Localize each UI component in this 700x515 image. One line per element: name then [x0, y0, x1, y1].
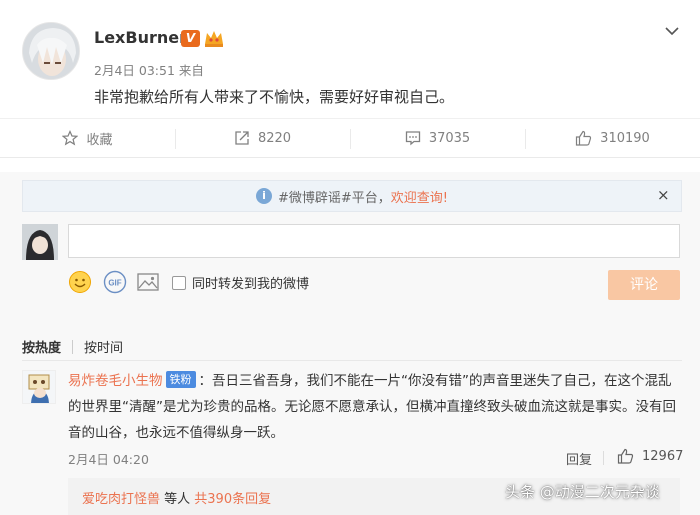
weibo-post: LexBurner V 2月4日 03:51 来自 非常抱歉给所有人带来了不愉快…	[0, 0, 700, 118]
comment-time: 2月4日 04:20	[68, 452, 149, 467]
info-icon: i	[255, 188, 272, 204]
post-action-bar: 收藏 8220 37035 310190	[0, 118, 700, 158]
comment-actions-divider	[603, 451, 604, 465]
like-button[interactable]: 310190	[525, 119, 700, 157]
author-name[interactable]: LexBurner	[94, 28, 187, 47]
comment-like-count: 12967	[642, 448, 684, 464]
comment-sort-tabs: 按热度 按时间	[22, 337, 123, 356]
share-icon	[235, 131, 249, 145]
post-meta: 2月4日 03:51 来自	[94, 63, 204, 78]
comment-body: 易炸卷毛小生物 铁粉 ：吾日三省吾身，我们不能在一片“你没有错”的声音里迷失了自己，…	[68, 368, 680, 446]
submit-comment-button[interactable]: 评论	[608, 270, 680, 300]
comment-button[interactable]: 37035	[350, 119, 525, 157]
verified-icon: V	[181, 30, 200, 47]
favorite-label: 收藏	[86, 132, 113, 148]
notice-link[interactable]: 欢迎查询!	[391, 187, 448, 206]
emoji-icon[interactable]	[68, 270, 92, 298]
forward-checkbox-label: 同时转发到我的微博	[192, 277, 310, 292]
commenter-avatar[interactable]	[22, 370, 56, 404]
reply-button[interactable]: 回复	[566, 449, 592, 468]
commenter-name[interactable]: 易炸卷毛小生物	[68, 373, 163, 389]
post-text: 非常抱歉给所有人带来了不愉快，需要好好审视自己。	[94, 88, 455, 106]
gif-label: GIF	[108, 279, 121, 288]
favorite-button[interactable]: 收藏	[0, 119, 175, 157]
thumbs-up-icon	[576, 130, 592, 146]
forward-checkbox[interactable]	[172, 275, 186, 290]
image-icon[interactable]	[136, 270, 160, 298]
forward-button[interactable]: 8220	[175, 119, 350, 157]
chevron-down-icon[interactable]	[664, 22, 680, 36]
comment-count: 37035	[428, 130, 471, 146]
forward-count: 8220	[257, 130, 292, 146]
comment-input[interactable]	[68, 224, 680, 258]
fan-badge: 铁粉	[165, 371, 196, 388]
tab-sort-hot[interactable]: 按热度	[22, 337, 61, 356]
forward-checkbox-row[interactable]: 同时转发到我的微博	[172, 273, 309, 292]
thumbs-up-icon	[617, 448, 634, 464]
sub-reply-count[interactable]: 共390条回复	[194, 492, 271, 507]
panel-divider	[0, 158, 700, 172]
vip-crown-icon	[203, 28, 225, 48]
rumor-notice: i #微博辟谣#平台， 欢迎查询!	[22, 180, 682, 212]
notice-text: #微博辟谣#平台，	[277, 190, 391, 206]
star-icon	[62, 130, 79, 146]
sub-reply-user[interactable]: 爱吃肉打怪兽	[82, 492, 160, 507]
tab-sort-time[interactable]: 按时间	[84, 337, 123, 356]
current-user-avatar	[22, 224, 58, 260]
watermark: 头条 @动漫二次元杂谈	[505, 483, 660, 501]
sub-reply-text: 等人	[160, 492, 195, 507]
sort-divider	[72, 339, 74, 354]
comment-like-button[interactable]: 12967	[617, 448, 683, 464]
comment-icon	[405, 131, 420, 146]
author-avatar[interactable]	[22, 22, 80, 80]
sort-underline	[22, 360, 682, 361]
like-count: 310190	[600, 130, 650, 146]
close-icon[interactable]: ×	[657, 186, 670, 204]
gif-icon[interactable]: GIF	[103, 270, 127, 298]
